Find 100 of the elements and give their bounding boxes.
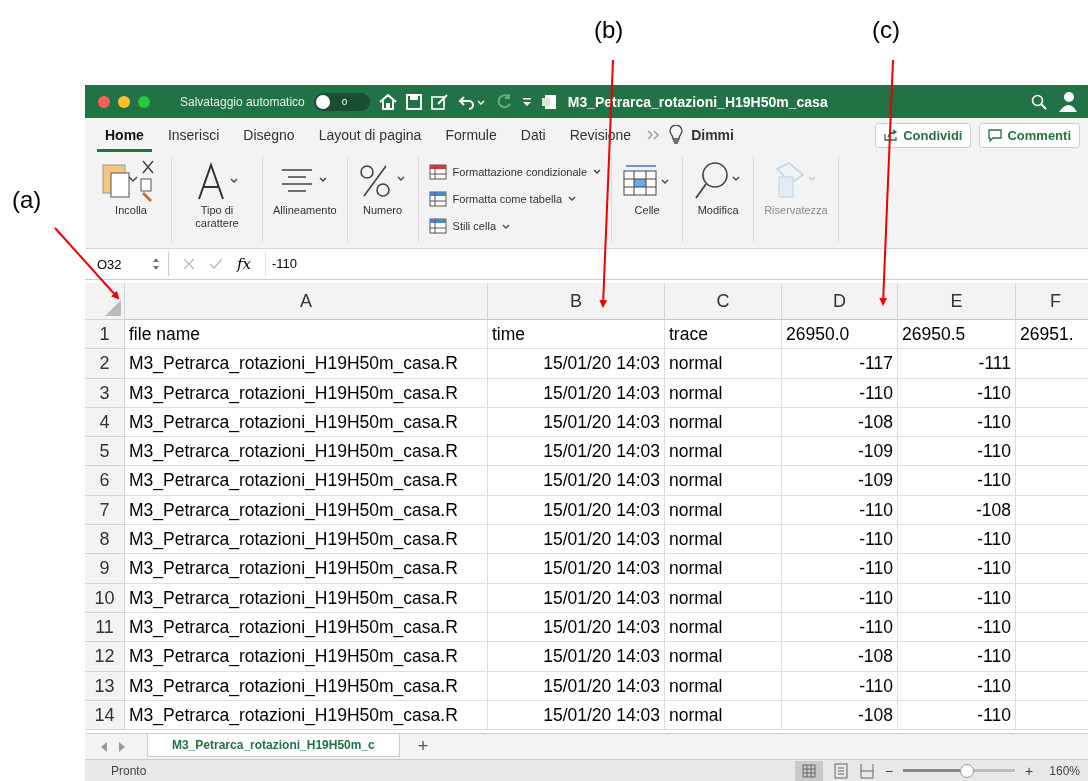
ribbon-group[interactable]: Numero: [347, 156, 419, 242]
table-cell: 15/01/20 14:03: [488, 583, 665, 613]
zoom-slider-thumb[interactable]: [959, 763, 974, 778]
column-header[interactable]: B: [488, 283, 665, 320]
column-header[interactable]: A: [125, 283, 488, 320]
table-cell: normal: [665, 583, 782, 613]
column-header[interactable]: E: [898, 283, 1016, 320]
row-header[interactable]: 11: [85, 612, 125, 643]
table-cell: trace: [665, 320, 782, 350]
table-cell: -110: [898, 642, 1016, 672]
confirm-icon[interactable]: [209, 258, 223, 270]
row-header[interactable]: 14: [85, 700, 125, 731]
ribbon-tab[interactable]: Inserisci: [159, 121, 228, 152]
spinner-icon[interactable]: [152, 256, 160, 272]
edit-icon[interactable]: [430, 93, 449, 110]
table-cell: 26950.5: [898, 320, 1016, 350]
table-cell: 15/01/20 14:03: [488, 495, 665, 526]
styles-menu-item[interactable]: Stili cella: [428, 218, 510, 235]
page-break-icon[interactable]: [858, 762, 875, 779]
table-cell: -110: [898, 583, 1016, 613]
caret-icon: [502, 223, 510, 229]
table-cell: -109: [782, 466, 898, 496]
table-cell: -110: [898, 700, 1016, 731]
row-header[interactable]: 9: [85, 554, 125, 584]
table-cell: 26951.: [1016, 320, 1088, 350]
row-header[interactable]: 13: [85, 671, 125, 701]
styles-menu-item[interactable]: Formattazione condizionale: [428, 163, 602, 180]
ribbon-group[interactable]: Incolla: [91, 156, 172, 242]
save-icon[interactable]: [405, 93, 422, 110]
row-header[interactable]: 6: [85, 466, 125, 496]
table-cell: M3_Petrarca_rotazioni_H19H50m_casa.R: [125, 671, 488, 701]
share-icon: [884, 129, 899, 141]
search-icon[interactable]: [1031, 93, 1047, 110]
caret-icon: [593, 169, 602, 175]
table-cell: M3_Petrarca_rotazioni_H19H50m_casa.R: [125, 407, 488, 438]
share-button[interactable]: Condividi: [875, 122, 972, 148]
workbook-icon: [540, 93, 557, 110]
next-sheet-icon[interactable]: [117, 740, 127, 753]
undo-icon[interactable]: [457, 93, 486, 110]
formula-field[interactable]: -110: [265, 252, 1088, 276]
ribbon-group[interactable]: Celle: [612, 156, 684, 242]
zoom-out-button[interactable]: −: [884, 762, 894, 779]
table-cell: -109: [782, 437, 898, 467]
table-cell: -110: [782, 525, 898, 555]
ribbon-tab[interactable]: Layout di pagina: [310, 121, 430, 152]
row-header[interactable]: 10: [85, 583, 125, 613]
row-header[interactable]: 3: [85, 378, 125, 408]
ribbon-group[interactable]: Allineamento: [263, 156, 348, 242]
function-button[interactable]: fx: [237, 255, 251, 273]
customize-icon[interactable]: [521, 96, 532, 107]
window-controls-icon[interactable]: [97, 94, 153, 109]
row-header[interactable]: 7: [85, 495, 125, 526]
table-cell: 15/01/20 14:03: [488, 407, 665, 438]
table-cell: M3_Petrarca_rotazioni_H19H50m_casa.R: [125, 554, 488, 584]
lightbulb-icon: [669, 125, 684, 145]
add-sheet-button[interactable]: +: [417, 736, 429, 757]
annotation-label: (c): [872, 16, 900, 44]
row-header[interactable]: 4: [85, 407, 125, 438]
font-icon: [195, 161, 239, 201]
ribbon-tab[interactable]: Formule: [437, 121, 505, 152]
ribbon-group[interactable]: Modifica: [683, 156, 755, 242]
comments-button[interactable]: Commenti: [979, 122, 1080, 148]
row-header[interactable]: 12: [85, 642, 125, 672]
comment-icon: [988, 128, 1003, 142]
styles-menu-item[interactable]: Formatta come tabella: [428, 191, 577, 207]
zoom-level: 160%: [1049, 763, 1080, 778]
column-header[interactable]: C: [665, 283, 782, 320]
row-header[interactable]: 8: [85, 525, 125, 555]
page-layout-icon[interactable]: [832, 762, 849, 779]
row-header[interactable]: 1: [85, 320, 125, 350]
table-cell: normal: [665, 642, 782, 672]
row-header[interactable]: 2: [85, 349, 125, 379]
user-icon[interactable]: [1056, 90, 1078, 113]
normal-view-icon[interactable]: [794, 760, 823, 781]
name-box[interactable]: O32: [85, 252, 169, 276]
previous-sheet-icon[interactable]: [99, 740, 109, 753]
table-cell: file name: [125, 320, 488, 350]
ribbon-tab[interactable]: Dati: [512, 121, 554, 152]
annotation-label: (b): [594, 16, 624, 44]
ribbon-group[interactable]: Tipo di carattere: [172, 156, 263, 242]
sheet-tab[interactable]: M3_Petrarca_rotazioni_H19H50m_c: [147, 734, 400, 757]
ribbon-tab[interactable]: Disegno: [235, 121, 303, 152]
tell-me-field[interactable]: Dimmi: [691, 127, 734, 143]
autosave-label: Salvataggio automatico: [180, 94, 305, 109]
table-style-icon: [428, 191, 447, 207]
table-cell: 15/01/20 14:03: [488, 437, 665, 467]
cancel-icon[interactable]: [183, 258, 195, 270]
row-header[interactable]: 5: [85, 437, 125, 467]
table-cell: normal: [665, 437, 782, 467]
column-header[interactable]: F: [1016, 283, 1088, 320]
autosave-toggle[interactable]: o: [313, 92, 370, 111]
home-icon[interactable]: [378, 93, 397, 110]
table-cell: 15/01/20 14:03: [488, 466, 665, 496]
zoom-in-button[interactable]: +: [1025, 762, 1034, 779]
table-cell: normal: [665, 671, 782, 701]
table-cell: 26950.0: [782, 320, 898, 350]
select-all-button[interactable]: [85, 283, 125, 320]
column-header[interactable]: D: [782, 283, 898, 320]
status-text: Pronto: [111, 763, 147, 778]
table-cell: -110: [782, 671, 898, 701]
